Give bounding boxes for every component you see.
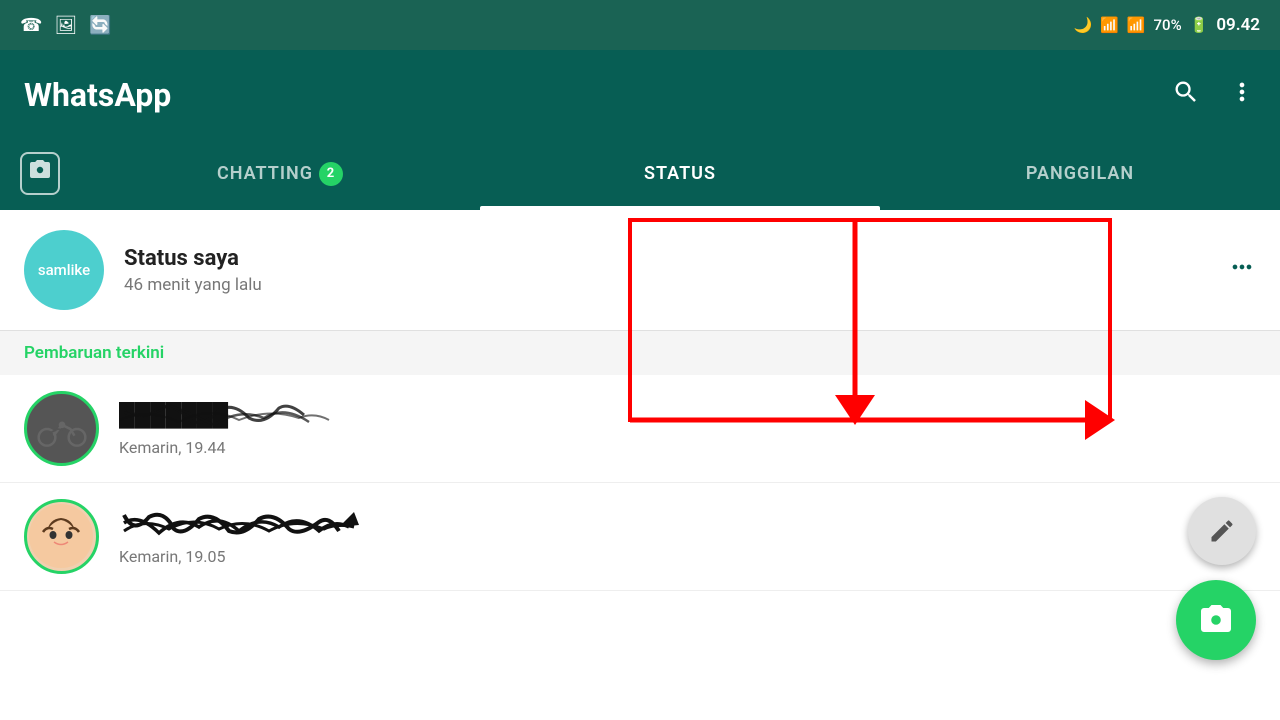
contact-2-avatar-img xyxy=(29,504,94,569)
wifi-icon: 📶 xyxy=(1100,16,1119,34)
app-title: WhatsApp xyxy=(24,76,171,114)
chatting-badge: 2 xyxy=(319,162,343,186)
app-header: WhatsApp xyxy=(0,50,1280,140)
image-icon: 🖼 xyxy=(54,15,77,36)
tab-camera[interactable] xyxy=(0,140,80,207)
contact-2-info: Kemarin, 19.05 xyxy=(119,507,1256,566)
clock: 09.42 xyxy=(1216,15,1260,35)
signal-icon: 📶 xyxy=(1127,16,1146,34)
contact-2-name xyxy=(119,507,1256,543)
contact-2-time: Kemarin, 19.05 xyxy=(119,547,1256,566)
contact-2-avatar xyxy=(24,499,99,574)
contact-row-2[interactable]: Kemarin, 19.05 xyxy=(0,483,1280,591)
my-status-row[interactable]: samlike Status saya 46 menit yang lalu xyxy=(0,210,1280,331)
whatsapp-icon: ☎ xyxy=(20,15,42,36)
battery-icon: 🔋 xyxy=(1190,16,1209,34)
pencil-icon xyxy=(1208,517,1236,545)
camera-tab-icon xyxy=(20,152,60,195)
section-pembaruan: Pembaruan terkini xyxy=(0,331,1280,375)
chatting-label: CHATTING xyxy=(217,163,313,184)
camera-fab-icon xyxy=(1198,602,1234,638)
contact-row[interactable]: ███████ Kemarin, 19.44 xyxy=(0,375,1280,483)
moon-icon: 🌙 xyxy=(1073,16,1092,34)
my-status-name: Status saya xyxy=(124,246,1228,271)
contact-2-name-censored xyxy=(119,507,359,539)
fab-add-status-button[interactable] xyxy=(1176,580,1256,660)
tab-status[interactable]: STATUS xyxy=(480,140,880,207)
contact-1-avatar xyxy=(24,391,99,466)
my-status-time: 46 menit yang lalu xyxy=(124,275,1228,295)
header-icons xyxy=(1172,78,1256,113)
sync-icon: 🔄 xyxy=(89,15,111,36)
contact-1-name-censored: ███████ xyxy=(119,400,339,430)
search-icon[interactable] xyxy=(1172,78,1200,113)
panggilan-label: PANGGILAN xyxy=(1026,163,1134,184)
my-status-more-icon[interactable] xyxy=(1228,253,1256,288)
status-label: STATUS xyxy=(644,163,716,184)
status-bar-left-icons: ☎ 🖼 🔄 xyxy=(20,15,112,36)
status-bar-right-icons: 🌙 📶 📶 70% 🔋 09.42 xyxy=(1073,15,1260,35)
my-status-info: Status saya 46 menit yang lalu xyxy=(124,246,1228,295)
contact-1-name: ███████ xyxy=(119,400,1256,434)
contact-1-info: ███████ Kemarin, 19.44 xyxy=(119,400,1256,457)
status-bar: ☎ 🖼 🔄 🌙 📶 📶 70% 🔋 09.42 xyxy=(0,0,1280,50)
fab-edit-status-button[interactable] xyxy=(1188,497,1256,565)
more-options-icon[interactable] xyxy=(1228,78,1256,113)
tab-chatting[interactable]: CHATTING 2 xyxy=(80,140,480,207)
my-status-avatar: samlike xyxy=(24,230,104,310)
battery-percent: 70% xyxy=(1154,16,1182,34)
tab-panggilan[interactable]: PANGGILAN xyxy=(880,140,1280,207)
content-area: samlike Status saya 46 menit yang lalu P… xyxy=(0,210,1280,720)
contact-1-time: Kemarin, 19.44 xyxy=(119,438,1256,457)
tab-bar: CHATTING 2 STATUS PANGGILAN xyxy=(0,140,1280,210)
